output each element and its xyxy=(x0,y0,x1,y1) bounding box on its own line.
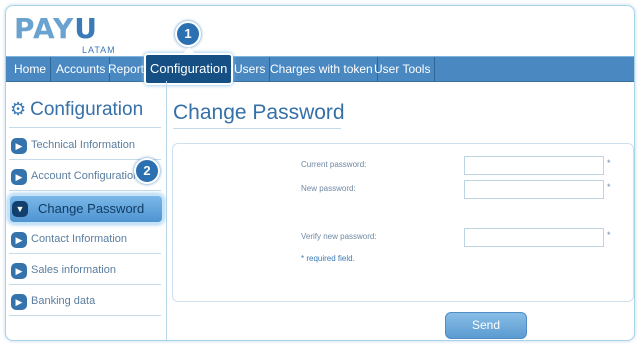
sidebar-title-divider xyxy=(9,127,161,128)
change-password-form: Current password: * New password: * Veri… xyxy=(172,143,634,302)
nav-accounts[interactable]: Accounts xyxy=(52,57,111,81)
step-badge-2: 2 xyxy=(134,158,160,184)
app-frame: PAYU LATAM Home Accounts Reports Configu… xyxy=(5,5,635,341)
logo-text-u: U xyxy=(74,12,98,45)
sidebar-item-sales-information[interactable]: ▶ Sales information xyxy=(9,258,161,285)
current-password-input[interactable] xyxy=(464,156,604,175)
sidebar-item-banking-data[interactable]: ▶ Banking data xyxy=(9,289,161,316)
nav-reports[interactable]: Reports xyxy=(104,57,149,81)
payu-logo: PAYU LATAM xyxy=(14,14,118,58)
nav-charges-with-token[interactable]: Charges with token xyxy=(266,57,378,81)
top-nav: Home Accounts Reports Configuration User… xyxy=(6,53,634,85)
required-field-note: * required field. xyxy=(301,254,355,263)
nav-home[interactable]: Home xyxy=(10,57,52,81)
required-star: * xyxy=(607,182,611,192)
required-star: * xyxy=(607,158,611,168)
nav-user-tools[interactable]: User Tools xyxy=(370,57,436,81)
page-title: Change Password xyxy=(173,101,345,124)
logo-subtitle: LATAM xyxy=(82,45,116,55)
sidebar-item-label: Contact Information xyxy=(31,233,127,245)
page-title-divider xyxy=(173,128,341,129)
sidebar-item-contact-information[interactable]: ▶ Contact Information xyxy=(9,227,161,254)
sidebar-item-label: Change Password xyxy=(38,201,145,216)
sidebar-item-label: Sales information xyxy=(31,264,116,276)
verify-password-label: Verify new password: xyxy=(301,232,377,241)
new-password-label: New password: xyxy=(301,184,356,193)
gear-icon: ⚙ xyxy=(10,99,27,119)
arrow-right-icon: ▶ xyxy=(11,169,27,185)
sidebar-item-label: Technical Information xyxy=(31,139,135,151)
main-content: Change Password Current password: * New … xyxy=(167,81,634,340)
sidebar-item-change-password[interactable]: ▼ Change Password xyxy=(8,194,164,224)
sidebar-title: ⚙ Configuration xyxy=(10,99,143,121)
logo-text-main: PAY xyxy=(14,12,75,45)
sidebar-item-technical-information[interactable]: ▶ Technical Information xyxy=(9,133,161,160)
step-badge-1: 1 xyxy=(175,21,201,47)
nav-users[interactable]: Users xyxy=(230,57,271,81)
arrow-down-icon: ▼ xyxy=(12,201,28,217)
arrow-right-icon: ▶ xyxy=(11,138,27,154)
current-password-label: Current password: xyxy=(301,160,367,169)
arrow-right-icon: ▶ xyxy=(11,263,27,279)
step-badge-1-pointer-icon xyxy=(183,47,195,54)
sidebar-item-label: Banking data xyxy=(31,295,96,307)
arrow-right-icon: ▶ xyxy=(11,294,27,310)
verify-password-input[interactable] xyxy=(464,228,604,247)
sidebar-title-text: Configuration xyxy=(30,99,144,120)
sidebar: ⚙ Configuration ▶ Technical Information ▶… xyxy=(6,81,167,340)
new-password-input[interactable] xyxy=(464,180,604,199)
send-button[interactable]: Send xyxy=(445,312,527,339)
arrow-right-icon: ▶ xyxy=(11,232,27,248)
required-star: * xyxy=(607,230,611,240)
